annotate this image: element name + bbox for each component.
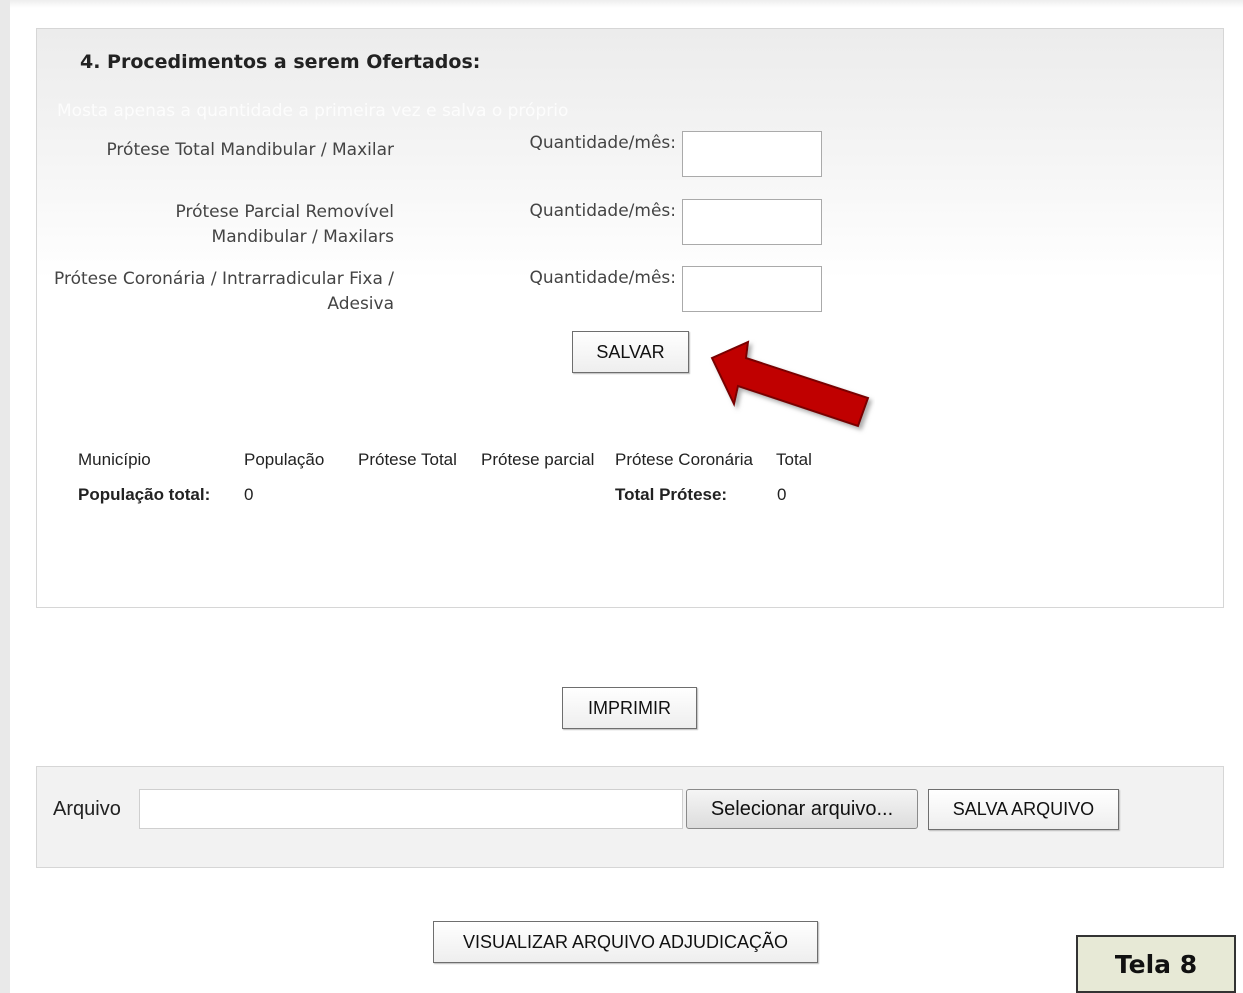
procedure-label-parcial: Prótese Parcial Removível Mandibular / M…: [175, 202, 394, 247]
total-protese-label: Total Prótese:: [615, 485, 728, 504]
table-header-protese-coronaria: Prótese Coronária: [615, 450, 753, 469]
section-title: 4. Procedimentos a serem Ofertados:: [80, 51, 481, 73]
procedures-panel: 4. Procedimentos a serem Ofertados: Most…: [36, 28, 1224, 608]
visualizar-arquivo-button[interactable]: VISUALIZAR ARQUIVO ADJUDICAÇÃO: [433, 921, 818, 963]
salvar-button[interactable]: SALVAR: [572, 331, 689, 373]
file-upload-panel: Arquivo Selecionar arquivo... SALVA ARQU…: [36, 766, 1224, 868]
table-header-protese-total: Prótese Total: [358, 450, 457, 469]
quantity-input-total[interactable]: [682, 131, 822, 177]
window-left-edge: [0, 0, 10, 993]
procedure-label-coronaria: Prótese Coronária / Intrarradicular Fixa…: [54, 269, 394, 314]
imprimir-button[interactable]: IMPRIMIR: [562, 687, 697, 729]
populacao-total-value: 0: [244, 485, 254, 504]
quantity-label-parcial: Quantidade/mês:: [529, 201, 676, 221]
quantity-input-parcial[interactable]: [682, 199, 822, 245]
populacao-total-label: População total:: [78, 485, 211, 504]
table-header-populacao: População: [244, 450, 325, 469]
window-top-edge: [10, 0, 1243, 8]
select-file-button[interactable]: Selecionar arquivo...: [686, 789, 918, 829]
table-header-protese-parcial: Prótese parcial: [481, 450, 595, 469]
file-path-input[interactable]: [139, 789, 683, 829]
table-header-total: Total: [776, 450, 812, 469]
quantity-input-coronaria[interactable]: [682, 266, 822, 312]
salva-arquivo-button[interactable]: SALVA ARQUIVO: [928, 789, 1119, 830]
total-protese-value: 0: [777, 485, 787, 504]
red-arrow-icon: [710, 340, 870, 428]
procedure-label-total: Prótese Total Mandibular / Maxilar: [106, 140, 394, 160]
file-label: Arquivo: [53, 798, 121, 820]
quantity-label-coronaria: Quantidade/mês:: [529, 268, 676, 288]
table-header-municipio: Município: [78, 450, 151, 469]
section-note: Mosta apenas a quantidade a primeira vez…: [57, 101, 569, 121]
screen-number-badge: Tela 8: [1076, 935, 1236, 993]
quantity-label-total: Quantidade/mês:: [529, 133, 676, 153]
